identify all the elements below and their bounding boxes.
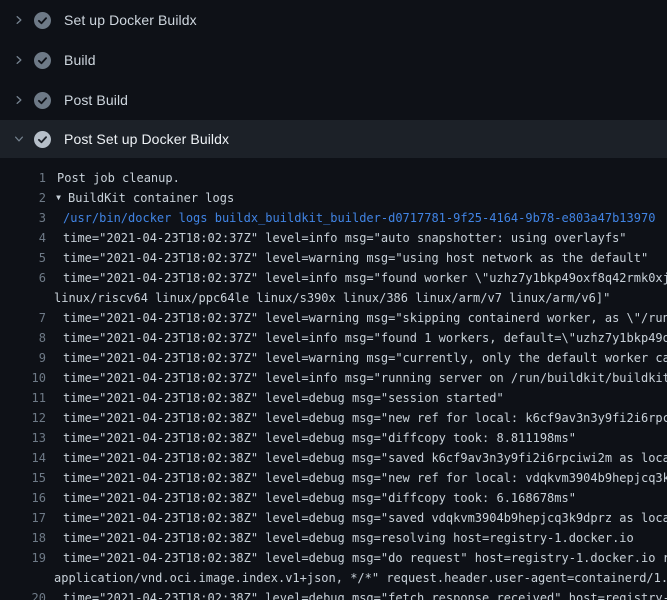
line-text: time="2021-04-23T18:02:38Z" level=debug … (63, 588, 667, 600)
line-number[interactable]: 4 (0, 228, 46, 248)
log-line: 9 time="2021-04-23T18:02:37Z" level=warn… (0, 348, 667, 368)
log-line: 1 Post job cleanup. (0, 168, 667, 188)
line-number[interactable]: 5 (0, 248, 46, 268)
step-row-set-up-docker-buildx[interactable]: Set up Docker Buildx (0, 0, 667, 40)
line-text: time="2021-04-23T18:02:37Z" level=info m… (63, 228, 627, 248)
line-number (0, 568, 46, 588)
log-line: 16 time="2021-04-23T18:02:38Z" level=deb… (0, 488, 667, 508)
step-row-build[interactable]: Build (0, 40, 667, 80)
log-line-continuation: application/vnd.oci.image.index.v1+json,… (0, 568, 667, 588)
line-text: time="2021-04-23T18:02:38Z" level=debug … (63, 488, 576, 508)
line-text: /usr/bin/docker logs buildx_buildkit_bui… (63, 208, 655, 228)
line-text: linux/riscv64 linux/ppc64le linux/s390x … (54, 288, 610, 308)
log-line: 12 time="2021-04-23T18:02:38Z" level=deb… (0, 408, 667, 428)
log-line: 5 time="2021-04-23T18:02:37Z" level=warn… (0, 248, 667, 268)
line-text: time="2021-04-23T18:02:38Z" level=debug … (63, 388, 504, 408)
line-number[interactable]: 1 (0, 168, 46, 188)
line-number[interactable]: 16 (0, 488, 46, 508)
line-number[interactable]: 6 (0, 268, 46, 288)
chevron-right-icon[interactable] (12, 53, 26, 67)
line-text: application/vnd.oci.image.index.v1+json,… (54, 568, 667, 588)
line-number[interactable]: 19 (0, 548, 46, 568)
triangle-down-icon: ▼ (56, 188, 61, 208)
line-text: time="2021-04-23T18:02:37Z" level=warnin… (63, 308, 667, 328)
line-number[interactable]: 8 (0, 328, 46, 348)
line-text: time="2021-04-23T18:02:38Z" level=debug … (63, 468, 667, 488)
line-number[interactable]: 17 (0, 508, 46, 528)
line-text: time="2021-04-23T18:02:38Z" level=debug … (63, 428, 576, 448)
log-output: 1 Post job cleanup. 2 ▼ BuildKit contain… (0, 158, 667, 600)
step-row-post-build[interactable]: Post Build (0, 80, 667, 120)
line-text: time="2021-04-23T18:02:38Z" level=debug … (63, 408, 667, 428)
check-circle-icon (34, 131, 51, 148)
log-line: 4 time="2021-04-23T18:02:37Z" level=info… (0, 228, 667, 248)
log-line: 11 time="2021-04-23T18:02:38Z" level=deb… (0, 388, 667, 408)
check-circle-icon (34, 92, 51, 109)
line-number[interactable]: 12 (0, 408, 46, 428)
line-number[interactable]: 10 (0, 368, 46, 388)
line-number[interactable]: 20 (0, 588, 46, 600)
line-text: time="2021-04-23T18:02:38Z" level=debug … (63, 528, 634, 548)
line-number[interactable]: 13 (0, 428, 46, 448)
line-text: time="2021-04-23T18:02:37Z" level=info m… (63, 328, 667, 348)
log-line: 18 time="2021-04-23T18:02:38Z" level=deb… (0, 528, 667, 548)
actions-log-viewer: Set up Docker Buildx Build Post Build (0, 0, 667, 600)
step-label: Build (64, 52, 96, 68)
check-circle-icon (34, 52, 51, 69)
line-number[interactable]: 14 (0, 448, 46, 468)
log-line: 20 time="2021-04-23T18:02:38Z" level=deb… (0, 588, 667, 600)
log-line-command: 3 /usr/bin/docker logs buildx_buildkit_b… (0, 208, 667, 228)
log-line: 8 time="2021-04-23T18:02:37Z" level=info… (0, 328, 667, 348)
log-line-continuation: linux/riscv64 linux/ppc64le linux/s390x … (0, 288, 667, 308)
log-line: 17 time="2021-04-23T18:02:38Z" level=deb… (0, 508, 667, 528)
line-text: time="2021-04-23T18:02:37Z" level=warnin… (63, 248, 648, 268)
log-line: 7 time="2021-04-23T18:02:37Z" level=warn… (0, 308, 667, 328)
step-list: Set up Docker Buildx Build Post Build (0, 0, 667, 158)
step-label: Set up Docker Buildx (64, 12, 197, 28)
log-line: 6 time="2021-04-23T18:02:37Z" level=info… (0, 268, 667, 288)
line-text: BuildKit container logs (68, 188, 234, 208)
step-label: Post Set up Docker Buildx (64, 131, 229, 147)
chevron-right-icon[interactable] (12, 13, 26, 27)
line-number[interactable]: 2 (0, 188, 46, 208)
chevron-right-icon[interactable] (12, 93, 26, 107)
line-text: time="2021-04-23T18:02:38Z" level=debug … (63, 548, 667, 568)
line-text: time="2021-04-23T18:02:37Z" level=warnin… (63, 348, 667, 368)
line-text: Post job cleanup. (57, 168, 180, 188)
chevron-down-icon[interactable] (12, 132, 26, 146)
line-number (0, 288, 46, 308)
line-text: time="2021-04-23T18:02:37Z" level=info m… (63, 268, 667, 288)
log-line: 15 time="2021-04-23T18:02:38Z" level=deb… (0, 468, 667, 488)
log-line-group: 2 ▼ BuildKit container logs (0, 188, 667, 208)
line-number[interactable]: 7 (0, 308, 46, 328)
step-label: Post Build (64, 92, 128, 108)
group-toggle[interactable]: ▼ (53, 188, 64, 208)
line-text: time="2021-04-23T18:02:38Z" level=debug … (63, 508, 667, 528)
line-text: time="2021-04-23T18:02:38Z" level=debug … (63, 448, 667, 468)
log-line: 13 time="2021-04-23T18:02:38Z" level=deb… (0, 428, 667, 448)
log-line: 19 time="2021-04-23T18:02:38Z" level=deb… (0, 548, 667, 568)
check-circle-icon (34, 12, 51, 29)
log-line: 14 time="2021-04-23T18:02:38Z" level=deb… (0, 448, 667, 468)
log-line: 10 time="2021-04-23T18:02:37Z" level=inf… (0, 368, 667, 388)
line-text: time="2021-04-23T18:02:37Z" level=info m… (63, 368, 667, 388)
step-row-post-set-up-docker-buildx[interactable]: Post Set up Docker Buildx (0, 120, 667, 158)
line-number[interactable]: 3 (0, 208, 46, 228)
line-number[interactable]: 11 (0, 388, 46, 408)
line-number[interactable]: 9 (0, 348, 46, 368)
line-number[interactable]: 15 (0, 468, 46, 488)
line-number[interactable]: 18 (0, 528, 46, 548)
